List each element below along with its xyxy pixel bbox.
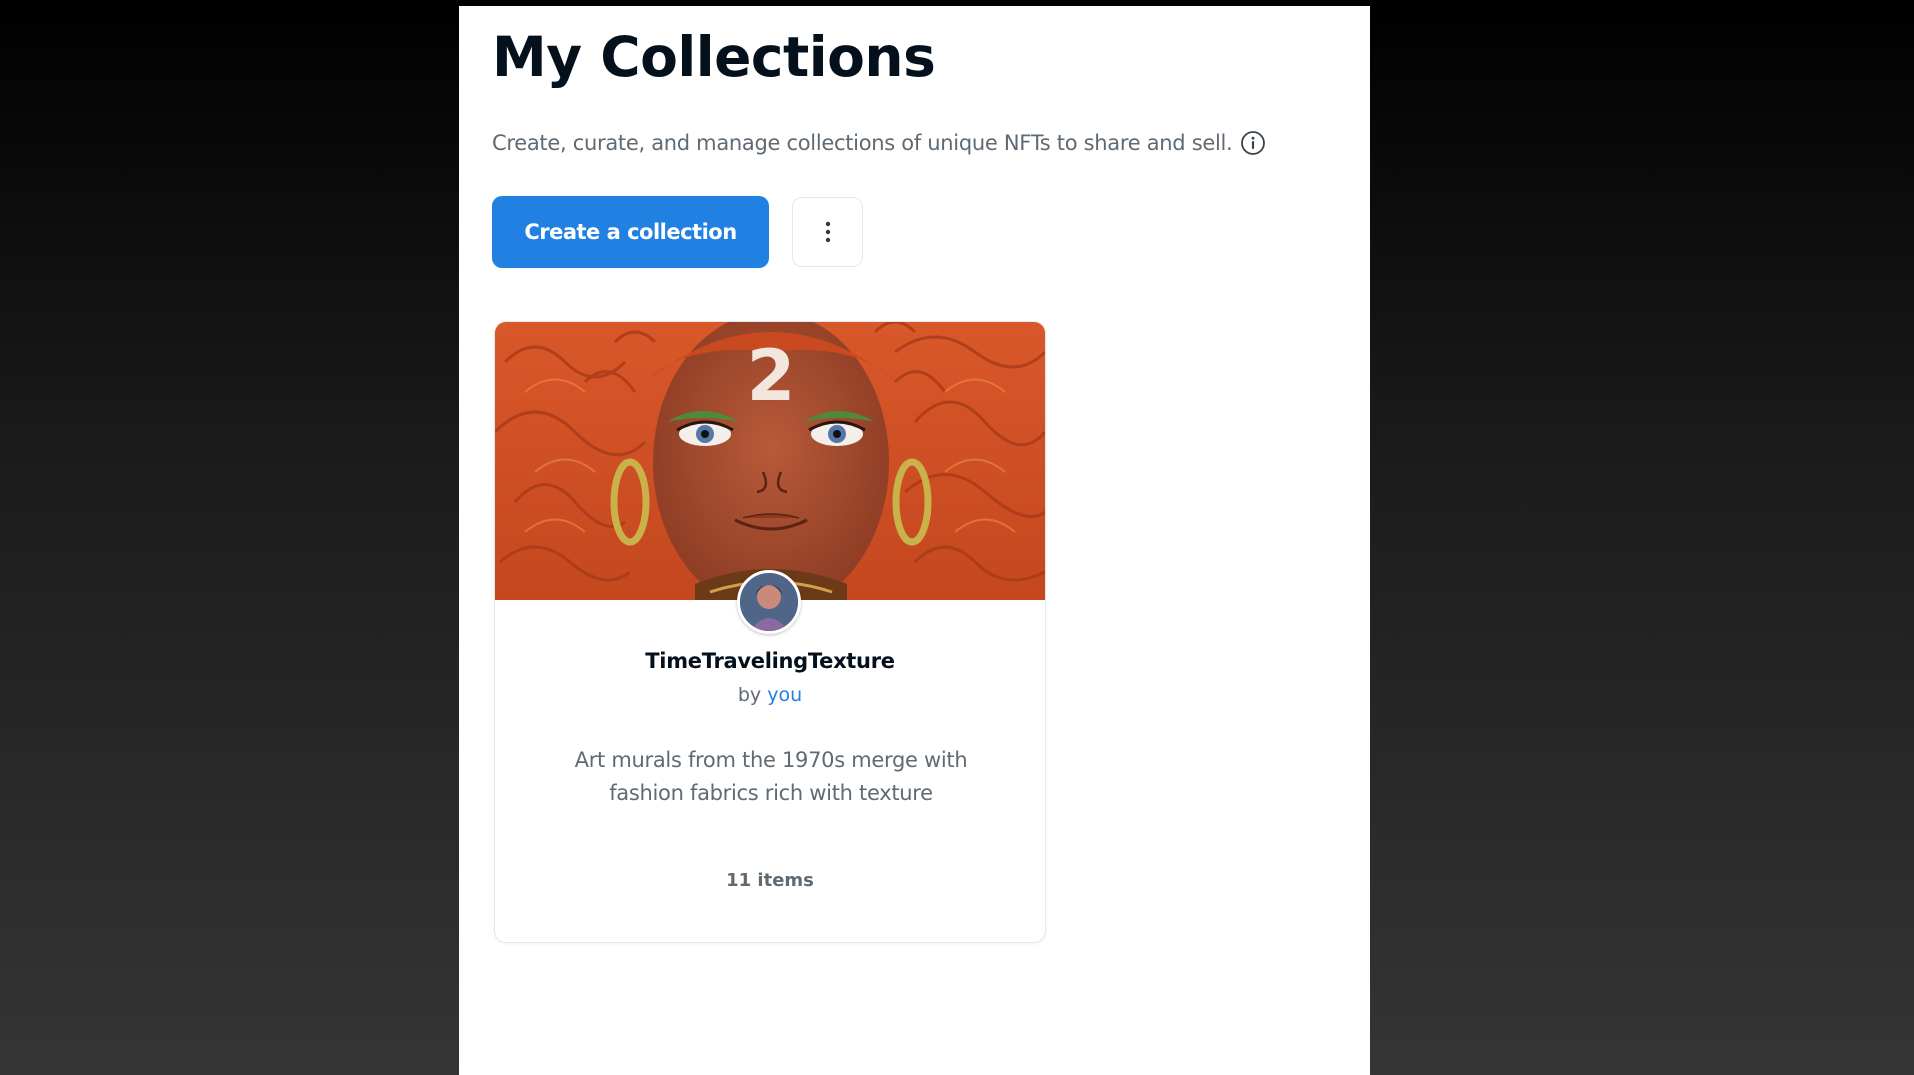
info-icon[interactable] (1240, 130, 1266, 156)
subtitle-row: Create, curate, and manage collections o… (492, 130, 1266, 156)
page-title: My Collections (492, 25, 936, 89)
collection-name: TimeTravelingTexture (645, 649, 895, 673)
collection-card[interactable]: 2 TimeTravelingTexture by you Art murals… (494, 321, 1046, 943)
svg-text:2: 2 (747, 335, 796, 417)
page-subtitle: Create, curate, and manage collections o… (492, 131, 1233, 155)
more-vertical-icon (825, 220, 831, 244)
collection-item-count: 11 items (726, 870, 814, 891)
more-options-button[interactable] (792, 197, 863, 267)
owner-link[interactable]: you (767, 684, 802, 706)
collection-description: Art murals from the 1970s merge with fas… (574, 748, 968, 805)
main-panel: My Collections Create, curate, and manag… (459, 6, 1370, 1075)
collection-banner-image: 2 (495, 322, 1045, 600)
create-collection-button[interactable]: Create a collection (492, 196, 769, 268)
collection-owner: by you (495, 684, 1045, 706)
owner-prefix: by (737, 684, 762, 706)
collection-avatar (737, 570, 801, 634)
